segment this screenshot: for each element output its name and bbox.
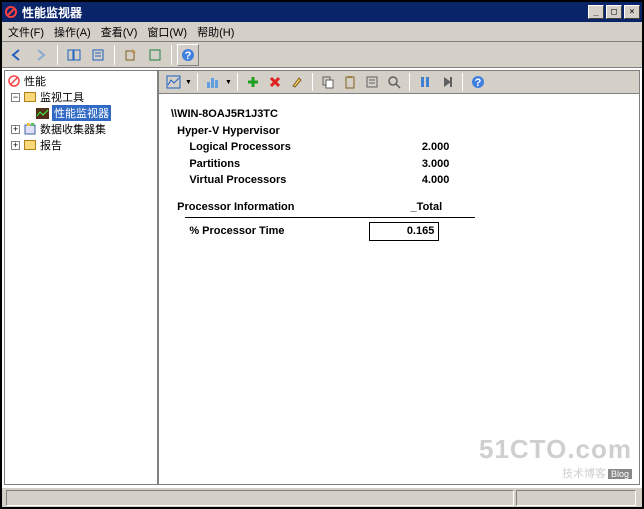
properties-button[interactable] (87, 44, 109, 66)
app-icon (4, 5, 18, 19)
tree-node-reports[interactable]: + 报告 (7, 137, 155, 153)
report-row: % Processor Time0.165 (171, 222, 627, 241)
tree-node-label: 数据收集器集 (40, 121, 106, 137)
content-toolbar: ▼ ▼ ? (158, 70, 640, 94)
svg-text:?: ? (475, 77, 482, 89)
metric-label: Logical Processors (189, 139, 379, 156)
copy-button[interactable] (318, 72, 338, 92)
monitor-icon (35, 106, 49, 120)
report-group: Hyper-V Hypervisor (171, 123, 627, 140)
metric-label: % Processor Time (189, 223, 369, 240)
titlebar: 性能监视器 _ □ × (2, 2, 642, 22)
expand-icon[interactable]: + (11, 141, 20, 150)
menubar: 文件(F) 操作(A) 查看(V) 窗口(W) 帮助(H) (2, 22, 642, 42)
update-button[interactable] (437, 72, 457, 92)
separator-line (185, 217, 475, 218)
statusbar (2, 487, 642, 507)
metric-value-selected[interactable]: 0.165 (369, 222, 439, 241)
metric-value: 2.000 (379, 139, 449, 156)
view-histogram-button[interactable] (203, 72, 223, 92)
report-area: \\WIN-8OAJ5R1J3TC Hyper-V Hypervisor Log… (158, 94, 640, 485)
tree-node-monitor-tools[interactable]: − 监视工具 (7, 89, 155, 105)
menu-help[interactable]: 帮助(H) (197, 24, 234, 40)
main-toolbar: ? (2, 42, 642, 68)
tree-node-label: 报告 (40, 137, 62, 153)
tree-node-label: 监视工具 (40, 89, 84, 105)
report-host: \\WIN-8OAJ5R1J3TC (171, 106, 627, 123)
tree-root[interactable]: 性能 (7, 73, 155, 89)
freeze-button[interactable] (415, 72, 435, 92)
maximize-button[interactable]: □ (606, 5, 622, 19)
menu-file[interactable]: 文件(F) (8, 24, 44, 40)
properties-button[interactable] (362, 72, 382, 92)
window-title: 性能监视器 (22, 4, 588, 21)
menu-action[interactable]: 操作(A) (54, 24, 91, 40)
dropdown-icon[interactable]: ▼ (185, 79, 192, 86)
paste-button[interactable] (340, 72, 360, 92)
metric-value: 3.000 (379, 156, 449, 173)
report-row: Partitions3.000 (171, 156, 627, 173)
metric-label: Partitions (189, 156, 379, 173)
group-label: Hyper-V Hypervisor (177, 125, 280, 137)
tree-node-label: 性能监视器 (52, 105, 111, 121)
dropdown-icon[interactable]: ▼ (225, 79, 232, 86)
back-button[interactable] (6, 44, 28, 66)
export-button[interactable] (120, 44, 142, 66)
show-hide-tree-button[interactable] (63, 44, 85, 66)
menu-view[interactable]: 查看(V) (101, 24, 138, 40)
expand-icon[interactable]: + (11, 125, 20, 134)
tree-node-collectors[interactable]: + 数据收集器集 (7, 121, 155, 137)
collector-icon (23, 122, 37, 136)
tree-node-perfmon[interactable]: 性能监视器 (7, 105, 155, 121)
folder-icon (23, 90, 37, 104)
group-label: Processor Information (177, 199, 372, 216)
help-button[interactable]: ? (177, 44, 199, 66)
highlight-button[interactable] (287, 72, 307, 92)
content-pane: ▼ ▼ ? \\WIN-8OAJ5R1 (158, 70, 640, 485)
report-row: Logical Processors2.000 (171, 139, 627, 156)
status-cell (516, 490, 636, 506)
metric-value: 4.000 (379, 172, 449, 189)
close-button[interactable]: × (624, 5, 640, 19)
status-cell (6, 490, 514, 506)
perf-icon (7, 74, 21, 88)
tree-pane: 性能 − 监视工具 性能监视器 + 数据收集器集 + (4, 70, 158, 485)
forward-button[interactable] (30, 44, 52, 66)
menu-window[interactable]: 窗口(W) (147, 24, 187, 40)
folder-icon (23, 138, 37, 152)
minimize-button[interactable]: _ (588, 5, 604, 19)
svg-text:?: ? (185, 50, 192, 62)
report-group-header: Processor Information_Total (171, 199, 627, 216)
view-chart-button[interactable] (163, 72, 183, 92)
delete-counter-button[interactable] (265, 72, 285, 92)
tree-root-label: 性能 (24, 73, 46, 89)
add-counter-button[interactable] (243, 72, 263, 92)
help-button[interactable]: ? (468, 72, 488, 92)
zoom-button[interactable] (384, 72, 404, 92)
collapse-icon[interactable]: − (11, 93, 20, 102)
refresh-button[interactable] (144, 44, 166, 66)
metric-label: Virtual Processors (189, 172, 379, 189)
report-row: Virtual Processors4.000 (171, 172, 627, 189)
column-header: _Total (372, 199, 442, 216)
